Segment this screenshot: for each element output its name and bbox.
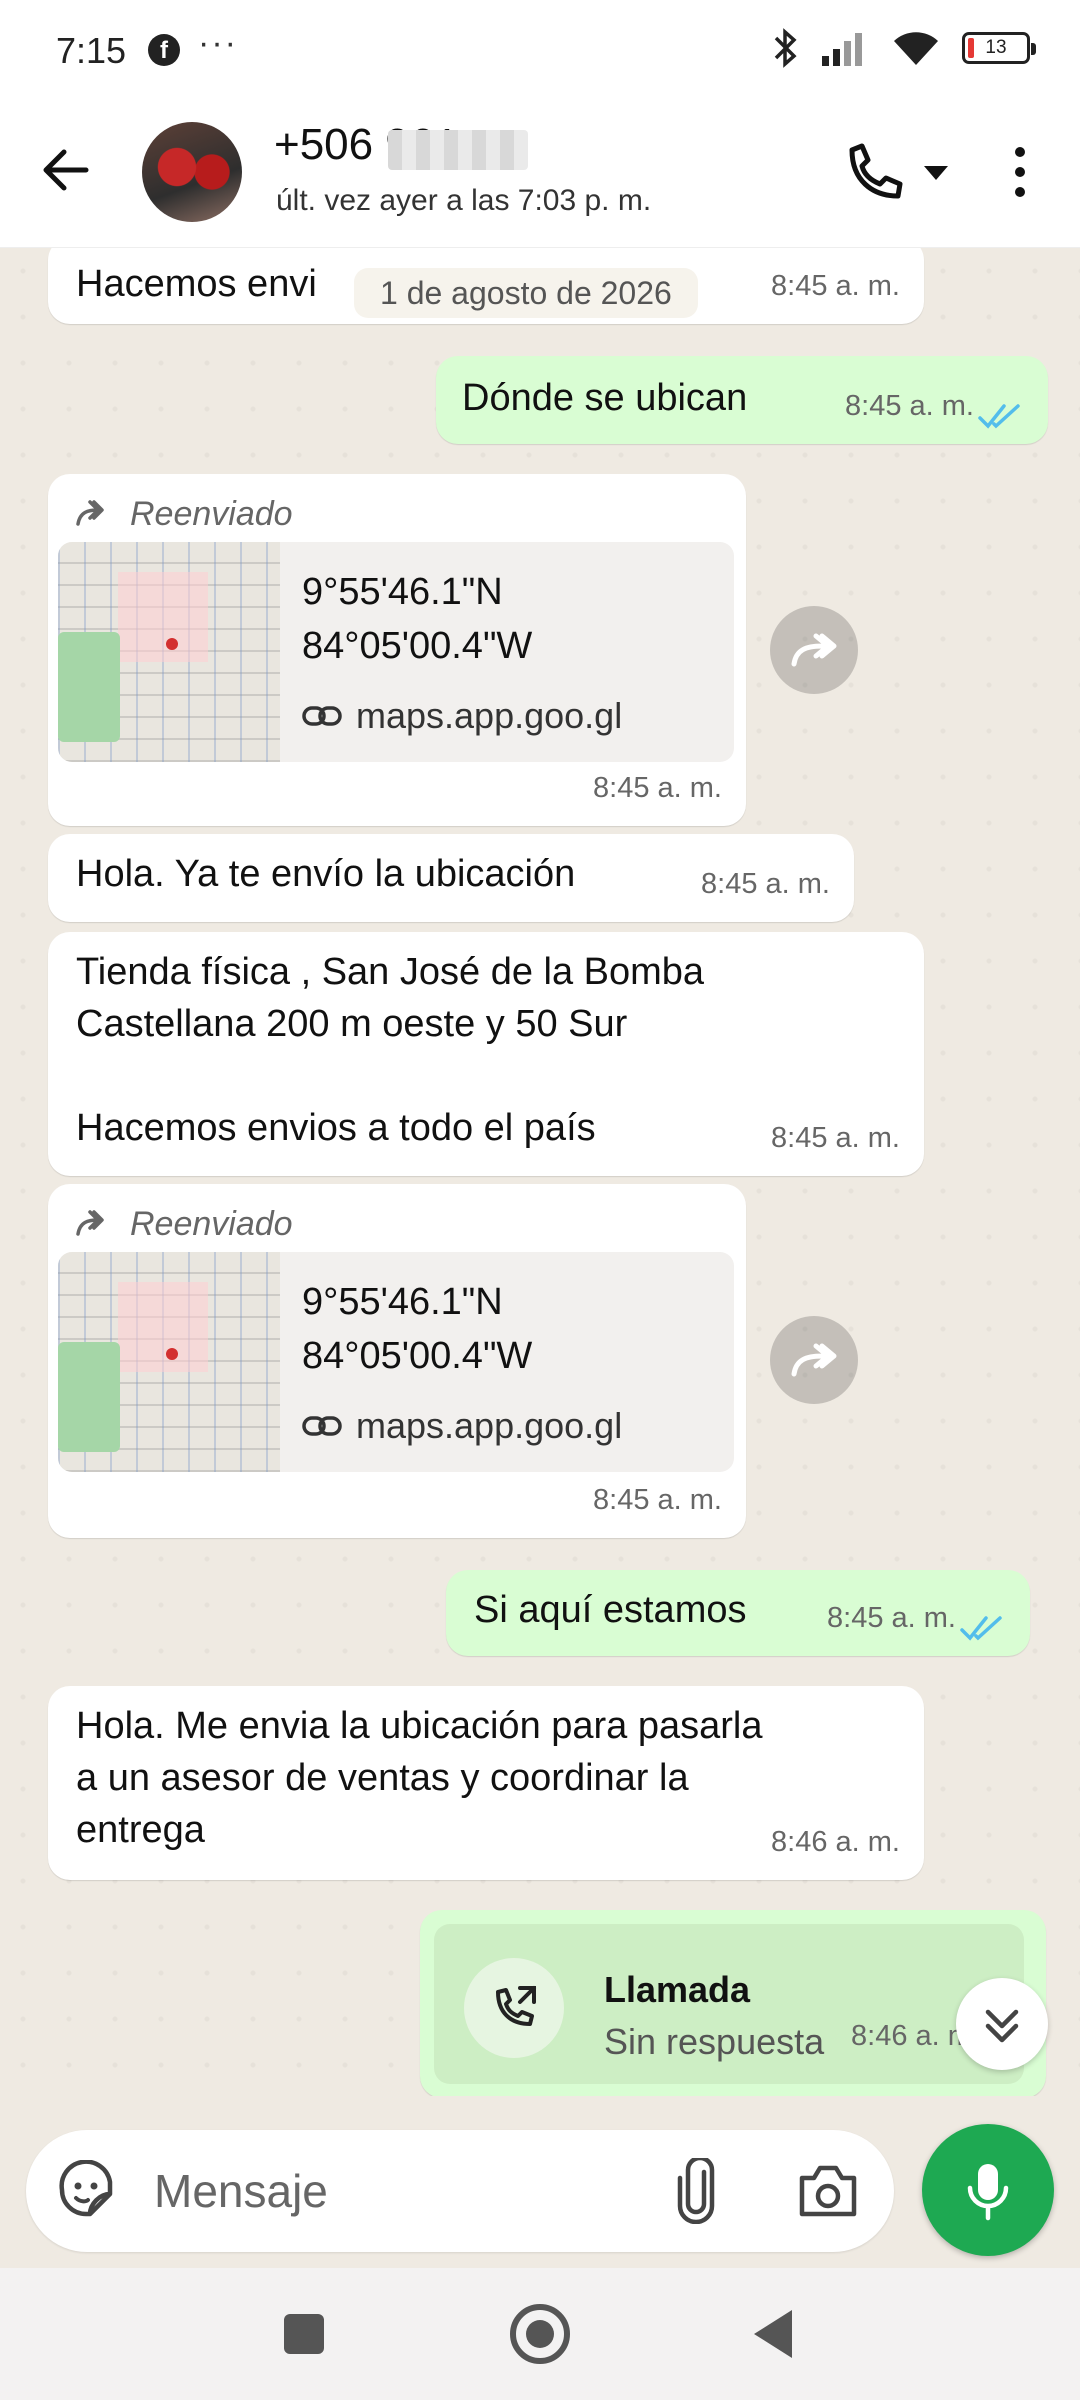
- status-time: 7:15: [56, 30, 127, 71]
- link-icon: [302, 706, 342, 726]
- back-arrow-icon[interactable]: [36, 140, 96, 200]
- message-location-forwarded[interactable]: Reenviado 9°55'46.1"N 84°05'00.4"W maps.…: [48, 1184, 746, 1538]
- forwarded-text: Reenviado: [130, 1205, 293, 1243]
- location-link[interactable]: maps.app.goo.gl: [302, 690, 622, 742]
- message-time: 8:45 a. m.: [593, 1484, 722, 1516]
- compose-bar: [0, 2096, 1080, 2268]
- message-call[interactable]: Llamada Sin respuesta 8:46 a. m.: [420, 1910, 1046, 2096]
- contact-avatar[interactable]: [142, 122, 242, 222]
- forwarded-icon: [76, 500, 104, 526]
- message-outgoing[interactable]: Si aquí estamos 8:45 a. m.: [446, 1570, 1030, 1656]
- message-time: 8:45 a. m.: [771, 270, 900, 302]
- link-text: maps.app.goo.gl: [356, 695, 623, 736]
- recents-button[interactable]: [284, 2314, 324, 2354]
- system-nav-bar: [0, 2268, 1080, 2400]
- attach-icon[interactable]: [666, 2158, 726, 2224]
- message-text: Hola. Me envia la ubicación para pasarla…: [76, 1705, 763, 1851]
- forward-icon: [791, 633, 837, 667]
- message-text: Tienda física , San José de la Bomba Cas…: [76, 951, 705, 1149]
- battery-icon: 13: [962, 32, 1036, 64]
- message-outgoing[interactable]: Dónde se ubican 8:45 a. m.: [436, 356, 1048, 444]
- forwarded-label: Reenviado: [76, 1198, 293, 1250]
- location-longitude: 84°05'00.4"W: [302, 625, 533, 667]
- status-icons: 13: [772, 28, 1036, 68]
- forward-icon: [791, 1343, 837, 1377]
- home-button[interactable]: [510, 2304, 570, 2364]
- more-notifications-icon: ···: [198, 24, 238, 62]
- link-text: maps.app.goo.gl: [356, 1405, 623, 1446]
- message-incoming[interactable]: Hola. Ya te envío la ubicación 8:45 a. m…: [48, 834, 854, 922]
- location-longitude: 84°05'00.4"W: [302, 1335, 533, 1377]
- bluetooth-icon: [774, 28, 797, 68]
- call-title: Llamada: [604, 1969, 751, 2010]
- chat-header: +506 961 últ. vez ayer a las 7:03 p. m.: [0, 100, 1080, 248]
- battery-level: 13: [985, 37, 1007, 58]
- map-pin-icon: [166, 638, 178, 650]
- message-incoming[interactable]: Hola. Me envia la ubicación para pasarla…: [48, 1686, 924, 1880]
- wifi-icon: [894, 32, 938, 65]
- message-time: 8:45 a. m.: [827, 1602, 956, 1634]
- message-text: Dónde se ubican: [462, 377, 748, 419]
- forward-button[interactable]: [770, 606, 858, 694]
- map-thumbnail[interactable]: [58, 542, 280, 762]
- location-card[interactable]: 9°55'46.1"N 84°05'00.4"W maps.app.goo.gl: [58, 542, 734, 762]
- map-thumbnail[interactable]: [58, 1252, 280, 1472]
- chevron-double-down-icon: [985, 2009, 1019, 2043]
- location-latitude: 9°55'46.1"N: [302, 571, 503, 613]
- forwarded-text: Reenviado: [130, 495, 293, 533]
- scroll-to-bottom-button[interactable]: [956, 1978, 1048, 2070]
- message-incoming[interactable]: Tienda física , San José de la Bomba Cas…: [48, 932, 924, 1176]
- more-options-icon[interactable]: [1000, 142, 1040, 202]
- message-time: 8:46 a. m.: [771, 1826, 900, 1858]
- call-status: Sin respuesta: [604, 2021, 825, 2062]
- message-time: 8:45 a. m.: [845, 390, 974, 422]
- last-seen-status: últ. vez ayer a las 7:03 p. m.: [276, 184, 652, 217]
- date-chip: 1 de agosto de 2026: [354, 268, 698, 318]
- read-receipt-icon: [960, 1616, 1002, 1641]
- forwarded-icon: [76, 1210, 104, 1236]
- sticker-icon[interactable]: [56, 2160, 118, 2222]
- compose-pill: [26, 2130, 894, 2252]
- message-text: Hacemos envi: [76, 263, 317, 305]
- chat-area[interactable]: Hacemos envi 8:45 a. m. 1 de agosto de 2…: [0, 248, 1080, 2096]
- missed-call-icon: [464, 1958, 564, 2058]
- forwarded-label: Reenviado: [76, 488, 293, 540]
- message-time: 8:45 a. m.: [593, 772, 722, 804]
- message-text: Hola. Ya te envío la ubicación: [76, 853, 576, 895]
- status-bar: 7:15 f ··· 13: [0, 0, 1080, 100]
- voice-call-icon[interactable]: [842, 140, 952, 204]
- location-card[interactable]: 9°55'46.1"N 84°05'00.4"W maps.app.goo.gl: [58, 1252, 734, 1472]
- location-latitude: 9°55'46.1"N: [302, 1281, 503, 1323]
- forward-button[interactable]: [770, 1316, 858, 1404]
- facebook-notification-icon: f: [148, 34, 180, 66]
- microphone-icon: [967, 2164, 1009, 2221]
- redacted-number-mask: [388, 130, 528, 170]
- system-back-button[interactable]: [754, 2310, 792, 2358]
- read-receipt-icon: [978, 404, 1020, 429]
- voice-message-button[interactable]: [922, 2124, 1054, 2256]
- map-pin-icon: [166, 1348, 178, 1360]
- message-time: 8:45 a. m.: [701, 868, 830, 900]
- signal-icon: [822, 33, 862, 66]
- message-time: 8:45 a. m.: [771, 1122, 900, 1154]
- message-input[interactable]: [154, 2154, 674, 2228]
- location-link[interactable]: maps.app.goo.gl: [302, 1400, 622, 1452]
- message-text: Si aquí estamos: [474, 1589, 747, 1631]
- camera-icon[interactable]: [796, 2160, 860, 2222]
- link-icon: [302, 1416, 342, 1436]
- message-location-forwarded[interactable]: Reenviado 9°55'46.1"N 84°05'00.4"W maps.…: [48, 474, 746, 826]
